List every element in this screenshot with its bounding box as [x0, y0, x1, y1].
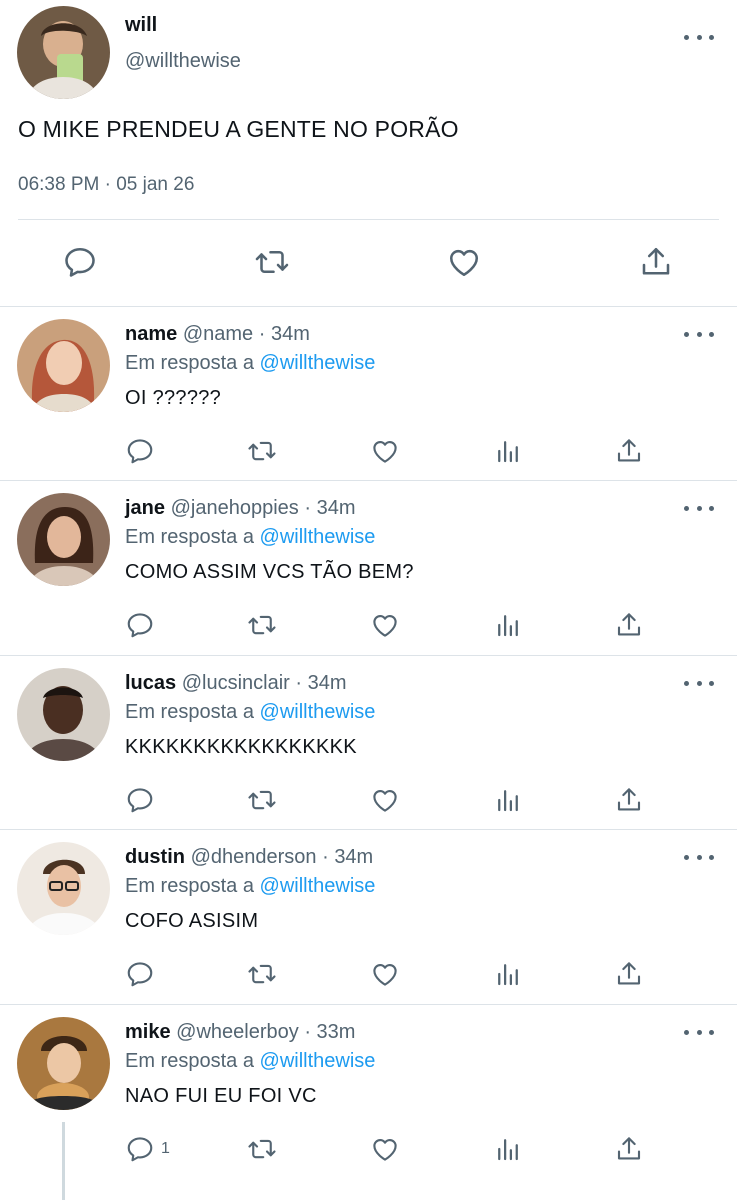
reply-icon[interactable] — [125, 609, 161, 641]
reply-icon[interactable] — [125, 784, 161, 816]
retweet-icon[interactable] — [247, 435, 277, 467]
reply-time[interactable]: 34m — [271, 323, 310, 345]
more-options-icon[interactable] — [684, 501, 714, 515]
in-reply-to: Em resposta a @willthewise — [125, 1050, 375, 1073]
in-reply-to-label: Em resposta a — [125, 526, 254, 548]
in-reply-to: Em resposta a @willthewise — [125, 526, 375, 549]
divider — [18, 219, 719, 220]
author-handle[interactable]: @willthewise — [125, 50, 241, 73]
retweet-icon[interactable] — [254, 244, 290, 282]
separator-dot: · — [295, 672, 303, 694]
main-tweet: will @willthewise O MIKE PRENDEU A GENTE… — [0, 0, 737, 306]
in-reply-to: Em resposta a @willthewise — [125, 701, 375, 724]
mention-link[interactable]: @willthewise — [260, 701, 376, 723]
reply-tweet[interactable]: dustin @dhenderson · 34m Em resposta a @w… — [0, 830, 737, 1004]
avatar[interactable] — [17, 319, 110, 412]
reply-text: KKKKKKKKKKKKKKKKK — [125, 736, 357, 758]
avatar[interactable] — [17, 1017, 110, 1110]
reply-header: lucas @lucsinclair · 34m — [125, 672, 347, 695]
reply-time[interactable]: 33m — [317, 1021, 356, 1043]
reply-tweet[interactable]: name @name · 34m Em resposta a @willthewi… — [0, 307, 737, 481]
more-options-icon[interactable] — [684, 850, 714, 864]
reply-author-handle[interactable]: @lucsinclair — [182, 672, 290, 694]
in-reply-to: Em resposta a @willthewise — [125, 352, 375, 375]
reply-time[interactable]: 34m — [308, 672, 347, 694]
reply-author-handle[interactable]: @janehoppies — [171, 497, 299, 519]
reply-author-handle[interactable]: @wheelerboy — [176, 1021, 299, 1043]
share-icon[interactable] — [614, 609, 644, 641]
reply-header: name @name · 34m — [125, 323, 310, 346]
reply-text: OI ?????? — [125, 387, 222, 409]
reply-header: dustin @dhenderson · 34m — [125, 846, 373, 869]
reply-author-name[interactable]: dustin — [125, 846, 185, 868]
mention-link[interactable]: @willthewise — [260, 875, 376, 897]
reply-author-name[interactable]: mike — [125, 1021, 171, 1043]
like-icon[interactable] — [446, 244, 482, 282]
author-name[interactable]: will — [125, 14, 157, 37]
avatar[interactable] — [17, 668, 110, 761]
in-reply-to-label: Em resposta a — [125, 875, 254, 897]
mention-link[interactable]: @willthewise — [260, 526, 376, 548]
views-icon[interactable] — [493, 784, 523, 816]
reply-author-name[interactable]: name — [125, 323, 177, 345]
views-icon[interactable] — [493, 1133, 523, 1165]
share-icon[interactable] — [638, 244, 674, 282]
in-reply-to-label: Em resposta a — [125, 701, 254, 723]
in-reply-to: Em resposta a @willthewise — [125, 875, 375, 898]
reply-icon[interactable] — [125, 435, 161, 467]
retweet-icon[interactable] — [247, 609, 277, 641]
reply-author-name[interactable]: jane — [125, 497, 165, 519]
reply-time[interactable]: 34m — [317, 497, 356, 519]
more-options-icon[interactable] — [684, 30, 714, 44]
reply-header: jane @janehoppies · 34m — [125, 497, 355, 520]
tweet-timestamp[interactable]: 06:38 PM · 05 jan 26 — [18, 174, 194, 196]
tweet-text: O MIKE PRENDEU A GENTE NO PORÃO — [18, 116, 459, 142]
separator-dot: · — [258, 323, 266, 345]
avatar[interactable] — [17, 842, 110, 935]
mention-link[interactable]: @willthewise — [260, 352, 376, 374]
views-icon[interactable] — [493, 958, 523, 990]
views-icon[interactable] — [493, 609, 523, 641]
separator-dot: · — [304, 497, 312, 519]
reply-author-name[interactable]: lucas — [125, 672, 176, 694]
reply-tweet[interactable]: jane @janehoppies · 34m Em resposta a @wi… — [0, 481, 737, 655]
in-reply-to-label: Em resposta a — [125, 352, 254, 374]
like-icon[interactable] — [370, 784, 400, 816]
more-options-icon[interactable] — [684, 327, 714, 341]
reply-tweet[interactable]: mike @wheelerboy · 33m Em resposta a @wil… — [0, 1005, 737, 1179]
avatar[interactable] — [17, 493, 110, 586]
reply-text: COFO ASISIM — [125, 910, 259, 932]
separator-dot: · — [304, 1021, 311, 1043]
retweet-icon[interactable] — [247, 784, 277, 816]
more-options-icon[interactable] — [684, 676, 714, 690]
reply-time[interactable]: 34m — [334, 846, 373, 868]
retweet-icon[interactable] — [247, 958, 277, 990]
retweet-icon[interactable] — [247, 1133, 277, 1165]
reply-author-handle[interactable]: @dhenderson — [191, 846, 317, 868]
reply-text: NAO FUI EU FOI VC — [125, 1085, 317, 1107]
like-icon[interactable] — [370, 958, 400, 990]
views-icon[interactable] — [493, 435, 523, 467]
mention-link[interactable]: @willthewise — [260, 1050, 376, 1072]
like-icon[interactable] — [370, 1133, 400, 1165]
share-icon[interactable] — [614, 1133, 644, 1165]
in-reply-to-label: Em resposta a — [125, 1050, 254, 1072]
separator-dot: · — [322, 846, 329, 868]
share-icon[interactable] — [614, 435, 644, 467]
reply-text: COMO ASSIM VCS TÃO BEM? — [125, 561, 414, 583]
reply-header: mike @wheelerboy · 33m — [125, 1021, 355, 1044]
reply-icon[interactable] — [62, 244, 98, 282]
like-icon[interactable] — [370, 435, 400, 467]
share-icon[interactable] — [614, 784, 644, 816]
reply-icon[interactable]: 1 — [125, 1133, 170, 1165]
like-icon[interactable] — [370, 609, 400, 641]
reply-icon[interactable] — [125, 958, 161, 990]
avatar[interactable] — [17, 6, 110, 99]
reply-count: 1 — [161, 1140, 170, 1157]
thread-line — [62, 1122, 65, 1200]
share-icon[interactable] — [614, 958, 644, 990]
reply-author-handle[interactable]: @name — [183, 323, 253, 345]
reply-tweet[interactable]: lucas @lucsinclair · 34m Em resposta a @w… — [0, 656, 737, 830]
more-options-icon[interactable] — [684, 1025, 714, 1039]
